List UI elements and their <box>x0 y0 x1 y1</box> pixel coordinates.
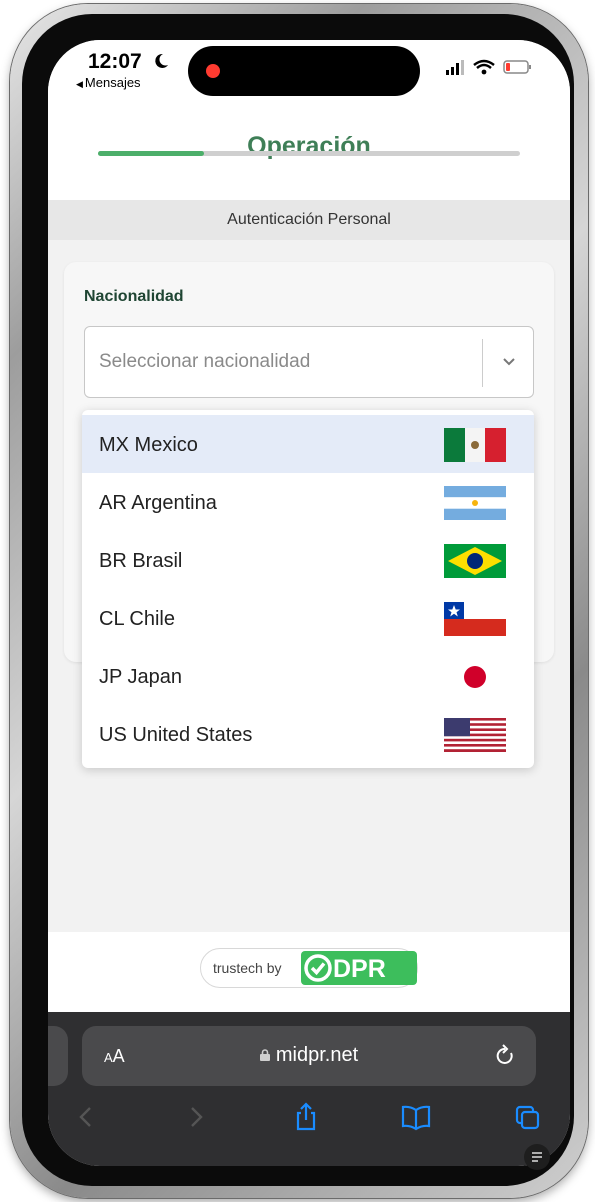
share-icon[interactable] <box>292 1102 320 1132</box>
argentina-flag-icon <box>444 486 506 520</box>
text-select-icon <box>532 1152 542 1162</box>
option-label: US United States <box>99 724 253 746</box>
status-bar: 12:07 ◀ Mensajes <box>48 40 570 110</box>
step-subtitle: Autenticación Personal <box>48 200 570 240</box>
option-br[interactable]: BR Brasil <box>82 531 534 589</box>
page-header: Operación <box>48 110 570 200</box>
japan-flag-icon <box>444 660 506 694</box>
option-label: AR Argentina <box>99 492 217 514</box>
nationality-dropdown: MX Mexico AR Argentina BR Brasil CL Chil… <box>82 410 534 768</box>
signal-icon <box>446 60 464 75</box>
lock-icon <box>259 1049 270 1061</box>
dynamic-island <box>188 46 420 96</box>
back-to-messages-link[interactable]: ◀ Mensajes <box>76 75 141 90</box>
overlay-button[interactable] <box>524 1144 550 1170</box>
option-label: MX Mexico <box>99 434 198 456</box>
battery-icon <box>503 60 531 74</box>
nationality-select[interactable]: Seleccionar nacionalidad <box>84 326 534 398</box>
status-icons <box>446 59 531 75</box>
clock: 12:07 <box>88 50 142 73</box>
chile-flag-icon <box>444 602 506 636</box>
trustech-badge: trustech by DPR <box>200 948 418 988</box>
option-ar[interactable]: AR Argentina <box>82 473 534 531</box>
previous-tab-preview[interactable] <box>48 1026 68 1086</box>
dpr-brand-text: DPR <box>333 955 386 983</box>
option-jp[interactable]: JP Japan <box>82 647 534 705</box>
option-mx[interactable]: MX Mexico <box>82 415 534 473</box>
usa-flag-icon <box>444 718 506 752</box>
nationality-label: Nacionalidad <box>84 288 184 305</box>
option-label: JP Japan <box>99 666 183 688</box>
address-bar[interactable]: AA midpr.net <box>82 1026 536 1086</box>
forward-arrow-icon[interactable] <box>182 1102 210 1132</box>
browser-toolbar: AA midpr.net <box>48 1012 570 1166</box>
url-text: midpr.net <box>275 1044 359 1066</box>
progress-track <box>98 151 520 156</box>
mexico-flag-icon <box>444 428 506 462</box>
recording-dot-icon <box>206 64 220 78</box>
brazil-flag-icon <box>444 544 506 578</box>
moon-icon <box>155 53 168 68</box>
page-title: Operación <box>247 132 371 160</box>
bookmarks-icon[interactable] <box>400 1102 432 1132</box>
phone-screen: 12:07 ◀ Mensajes Operación Autenticación… <box>48 40 570 1166</box>
option-cl[interactable]: CL Chile <box>82 589 534 647</box>
trustech-label: trustech by <box>213 960 282 976</box>
option-label: BR Brasil <box>99 550 183 572</box>
wifi-icon <box>473 59 495 75</box>
option-us[interactable]: US United States <box>82 705 534 763</box>
back-label: Mensajes <box>84 75 141 90</box>
tabs-icon[interactable] <box>514 1102 542 1132</box>
page-footer: trustech by DPR <box>48 932 570 1012</box>
back-arrow-icon[interactable] <box>72 1102 100 1132</box>
url-display: midpr.net <box>82 1044 536 1067</box>
progress-fill <box>98 151 204 156</box>
select-separator <box>482 339 483 387</box>
reload-icon[interactable] <box>494 1044 516 1068</box>
option-label: CL Chile <box>99 608 175 630</box>
nationality-placeholder: Seleccionar nacionalidad <box>99 351 311 372</box>
chevron-down-icon[interactable] <box>501 355 517 367</box>
back-arrow-icon: ◀ <box>76 79 83 89</box>
